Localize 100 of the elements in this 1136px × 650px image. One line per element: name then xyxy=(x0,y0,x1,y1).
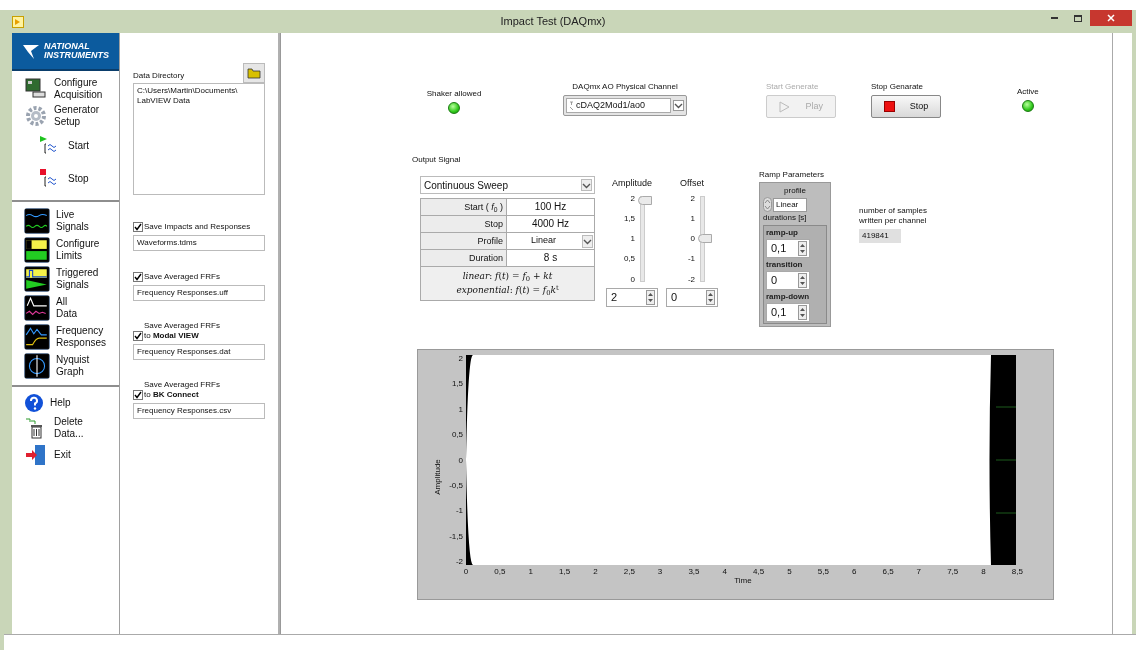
tick-label: 1,5 xyxy=(451,379,463,389)
graph-thumbnail-icon xyxy=(24,208,50,234)
tick-label: -1 xyxy=(687,254,695,264)
tick-label: -2 xyxy=(455,557,463,566)
file-name-field[interactable]: Frequency Responses.uff xyxy=(133,285,265,301)
tick-label: 2 xyxy=(630,193,635,203)
tick-label: 0,5 xyxy=(494,567,503,576)
tick-label: -1 xyxy=(455,506,463,516)
check-icon xyxy=(134,273,142,281)
duration-field[interactable]: 0,1 xyxy=(766,239,810,258)
file-name-field[interactable]: Frequency Responses.csv xyxy=(133,403,265,419)
indicator-label: number of samples written per channel xyxy=(859,206,928,226)
tick-label: 1 xyxy=(527,567,534,576)
ni-logo: NATIONAL INSTRUMENTS xyxy=(12,33,119,71)
sidebar-item[interactable]: Configure Limits xyxy=(12,237,119,263)
sidebar-item[interactable]: Frequency Responses xyxy=(12,324,119,350)
checkbox[interactable] xyxy=(133,390,143,400)
numeric-field[interactable]: 0 xyxy=(666,287,718,307)
tick-label: 1,5 xyxy=(559,567,568,576)
browse-folder-button[interactable] xyxy=(243,63,265,83)
duration-field[interactable]: 0 xyxy=(766,271,810,290)
parameter-field[interactable]: 8 s xyxy=(507,250,594,266)
checkbox-label: Save Averaged FRFs xyxy=(144,271,220,283)
tick-label: 0 xyxy=(458,455,463,465)
field-label: ramp-up xyxy=(766,227,799,239)
tick-label: 0 xyxy=(462,567,470,576)
checkbox[interactable] xyxy=(133,272,143,282)
field-label: transition xyxy=(766,259,804,271)
tick-label: 1 xyxy=(458,404,463,414)
duration-field[interactable]: 0,1 xyxy=(766,303,810,322)
button-caption: Stop Genarate xyxy=(871,81,925,93)
button-caption: Start Generate xyxy=(766,81,820,93)
field-label: profile xyxy=(783,185,807,197)
tick-label: 5 xyxy=(786,567,793,576)
sidebar-item[interactable]: All Data xyxy=(12,295,119,321)
axis-title: Amplitude xyxy=(432,458,443,495)
file-name-field[interactable]: Waveforms.tdms xyxy=(133,235,265,251)
tick-label: 0 xyxy=(630,274,635,284)
help-icon xyxy=(24,393,44,413)
slider-thumb[interactable] xyxy=(698,234,712,243)
file-name-field[interactable]: Frequency Responses.dat xyxy=(133,344,265,360)
tick-label: 7 xyxy=(915,567,923,576)
sidebar-item[interactable]: Stop xyxy=(12,164,119,194)
check-icon xyxy=(134,332,142,340)
play-icon xyxy=(778,100,790,113)
checkbox-label: Save Impacts and Responses xyxy=(144,221,251,233)
tick-label: 4,5 xyxy=(753,567,762,576)
checkbox-label: to BK Connect xyxy=(144,389,199,401)
tick-label: 7,5 xyxy=(947,567,956,576)
option-caption: Save Averaged FRFs xyxy=(143,380,221,389)
sidebar-item[interactable]: Generator Setup xyxy=(12,104,119,128)
profile-field[interactable]: Linear xyxy=(773,197,807,212)
ring-arrows-icon xyxy=(763,197,772,212)
slider-track[interactable] xyxy=(638,195,652,282)
formula: exponential: f(t) = f$_{0}$k$^{t}$ xyxy=(456,285,559,296)
section-label: Ramp Parameters xyxy=(759,169,825,181)
field-label: DAQmx AO Physical Channel xyxy=(572,81,678,93)
sidebar-item[interactable]: Help xyxy=(12,393,119,413)
numeric-field[interactable]: 2 xyxy=(606,287,658,307)
checkbox[interactable] xyxy=(133,222,143,232)
samples-count-display: 419841 xyxy=(859,229,901,243)
checkbox[interactable] xyxy=(133,331,143,341)
indicator-label: Shaker allowed xyxy=(426,88,482,100)
gear-icon xyxy=(24,104,48,128)
slider-track[interactable] xyxy=(698,195,712,282)
parameter-field[interactable]: 4000 Hz xyxy=(507,216,594,232)
channel-select[interactable]: cDAQ2Mod1/ao0 xyxy=(563,95,687,116)
graph-thumbnail-icon xyxy=(24,295,50,321)
signal-type-select[interactable]: Continuous Sweep xyxy=(420,176,595,194)
sidebar-item[interactable]: Live Signals xyxy=(12,208,119,234)
tick-label: 2 xyxy=(458,354,463,363)
close-icon xyxy=(1107,14,1115,22)
exit-door-icon xyxy=(24,443,48,467)
sidebar-item[interactable]: Nyquist Graph xyxy=(12,353,119,379)
directory-path-field[interactable]: C:\Users\Martin\Documents\ LabVIEW Data xyxy=(133,83,265,195)
sidebar-item[interactable]: Exit xyxy=(12,443,119,467)
sidebar-item[interactable]: Start xyxy=(12,131,119,161)
tick-label: 8 xyxy=(980,567,987,576)
slider-label: Amplitude xyxy=(612,177,652,190)
sidebar-item[interactable]: Triggered Signals xyxy=(12,266,119,292)
eagle-logo-icon xyxy=(22,42,40,60)
slider-label: Offset xyxy=(680,177,704,190)
sidebar-item[interactable]: Configure Acquisition xyxy=(12,77,119,101)
graph-thumbnail-icon xyxy=(24,266,50,292)
spin-arrows-icon xyxy=(799,274,806,287)
tick-label: 0,5 xyxy=(451,430,463,440)
section-label: Output Signal xyxy=(412,154,462,166)
tick-label: 1 xyxy=(630,234,635,243)
folder-icon xyxy=(247,67,261,79)
tick-label: 0 xyxy=(690,234,695,243)
tick-label: -1,5 xyxy=(449,531,463,541)
generate-button[interactable]: Stop xyxy=(871,95,941,118)
slider-thumb[interactable] xyxy=(638,195,652,205)
tick-label: 0,5 xyxy=(623,254,635,264)
parameter-select[interactable]: Linear xyxy=(507,233,594,249)
tick-label: 4 xyxy=(721,567,728,576)
sidebar-item[interactable]: Delete Data... xyxy=(12,416,119,440)
formula: linear: f(t) = f$_{0}$ + kt xyxy=(462,271,553,282)
parameter-field[interactable]: 100 Hz xyxy=(507,199,594,215)
spin-arrows-icon xyxy=(799,242,806,255)
